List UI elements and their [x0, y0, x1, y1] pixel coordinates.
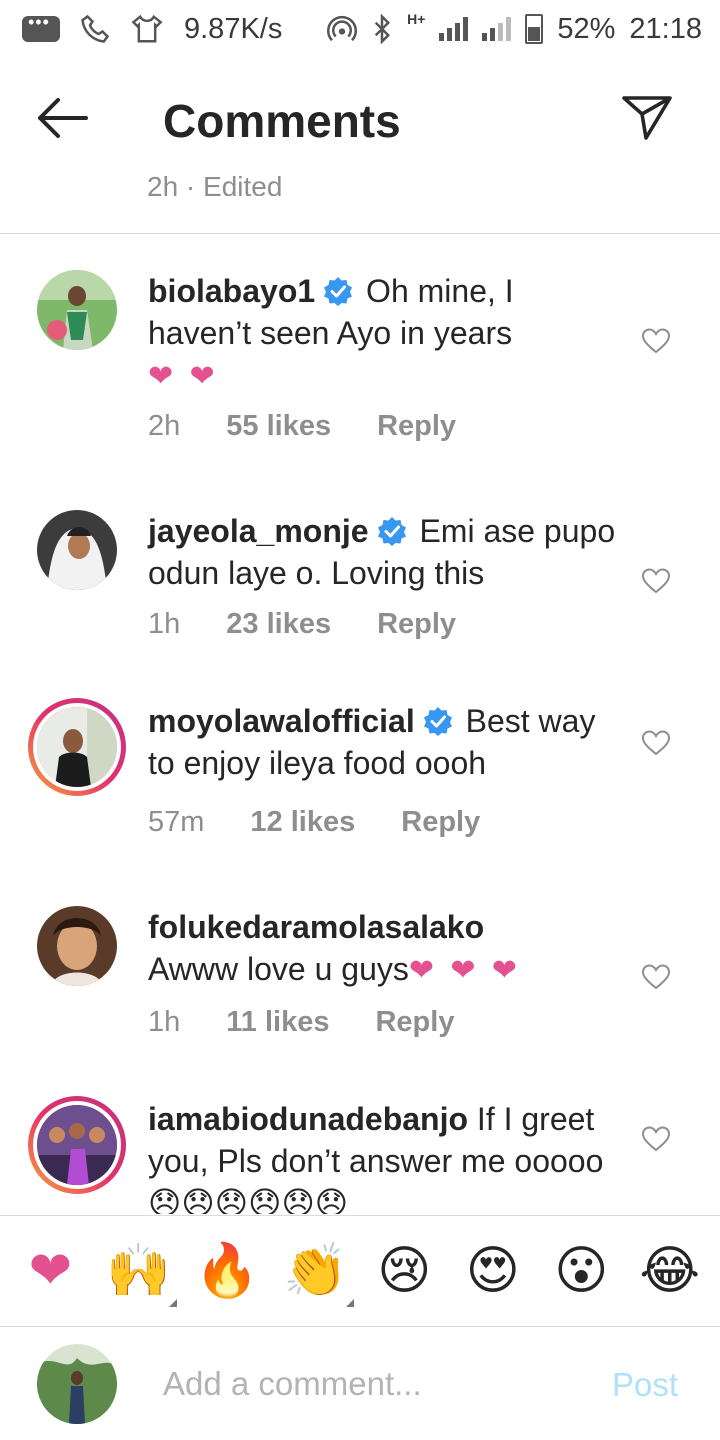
reply-button[interactable]: Reply	[375, 1006, 454, 1039]
signal-icon	[439, 17, 469, 41]
reply-button[interactable]: Reply	[401, 806, 480, 839]
comment-body: biolabayo1 Oh mine, I haven’t seen Ayo i…	[148, 270, 618, 398]
laughing-emoji-button[interactable]: 😂	[638, 1239, 702, 1303]
comment-body: moyolawalofficial Best way to enjoy iley…	[148, 700, 618, 784]
heart-emoji: ❤ ❤ ❤	[408, 954, 521, 987]
surprised-emoji-button[interactable]: 😮	[549, 1239, 613, 1303]
likes-count[interactable]: 55 likes	[226, 410, 331, 443]
comment-time: 1h	[148, 608, 181, 640]
back-arrow-icon[interactable]	[34, 96, 90, 140]
clap-emoji: 👏	[283, 1242, 349, 1300]
comment-username[interactable]: moyolawalofficial	[148, 703, 415, 739]
hotspot-icon	[327, 15, 358, 42]
comment-meta: 1h 23 likes Reply	[148, 608, 456, 641]
comment-text: Awww love u guys	[148, 951, 409, 987]
reply-button[interactable]: Reply	[377, 410, 456, 443]
phone-icon	[81, 14, 110, 43]
comment-input[interactable]	[163, 1362, 563, 1406]
like-heart-icon[interactable]	[642, 328, 670, 354]
like-heart-icon[interactable]	[642, 964, 670, 990]
skin-tone-indicator-icon	[168, 1299, 177, 1307]
likes-count[interactable]: 12 likes	[250, 806, 355, 839]
comment-username[interactable]: iamabiodunadebanjo	[148, 1101, 468, 1137]
network-speed: 9.87K/s	[184, 12, 283, 45]
emoji-quick-bar: ❤ 🙌 🔥 👏 😢 😍 😮 😂	[0, 1215, 720, 1327]
verified-badge-icon	[324, 277, 353, 306]
post-button[interactable]: Post	[612, 1366, 678, 1404]
previous-comment-meta: 2h · Edited	[147, 171, 283, 196]
comment-composer: Post	[0, 1328, 720, 1440]
raised-hands-emoji: 🙌	[106, 1242, 172, 1300]
comment-body: jayeola_monje Emi ase pupo odun laye o. …	[148, 510, 618, 594]
fire-emoji-button[interactable]: 🔥	[195, 1239, 260, 1303]
status-bar: 9.87K/s H+ 52% 21:18	[0, 0, 720, 58]
likes-count[interactable]: 11 likes	[226, 1006, 329, 1039]
message-notification-icon	[22, 12, 60, 42]
network-type: H+	[407, 11, 426, 27]
shirt-icon	[131, 14, 163, 43]
comment-username[interactable]: biolabayo1	[148, 273, 315, 309]
like-heart-icon[interactable]	[642, 1126, 670, 1152]
comment-meta: 1h 11 likes Reply	[148, 1006, 454, 1039]
header: Comments	[0, 58, 720, 178]
verified-badge-icon	[423, 707, 452, 736]
avatar-story-ring[interactable]	[28, 1096, 126, 1194]
raised-hands-emoji-button[interactable]: 🙌	[106, 1239, 177, 1307]
direct-send-icon[interactable]	[620, 92, 674, 142]
comment-username[interactable]: folukedaramolasalako	[148, 909, 484, 945]
avatar-story-ring[interactable]	[28, 698, 126, 796]
avatar[interactable]	[37, 906, 117, 986]
my-avatar	[37, 1344, 117, 1424]
page-title: Comments	[163, 95, 401, 147]
comment-time: 2h	[148, 410, 181, 442]
comment-body: iamabiodunadebanjo If I greet you, Pls d…	[148, 1098, 618, 1214]
clock: 21:18	[629, 12, 702, 45]
avatar[interactable]	[37, 270, 117, 350]
comment-username[interactable]: jayeola_monje	[148, 513, 369, 549]
comment-time: 57m	[148, 806, 205, 838]
like-heart-icon[interactable]	[642, 730, 670, 756]
crying-emoji-button[interactable]: 😢	[372, 1239, 436, 1303]
comment-body: folukedaramolasalako Awww love u guys❤ ❤…	[148, 906, 618, 992]
comment-meta: 2h 55 likes Reply	[148, 410, 456, 443]
bluetooth-icon	[374, 14, 391, 44]
battery-icon	[525, 14, 544, 44]
heart-emoji: ❤ ❤	[148, 360, 219, 393]
reply-button[interactable]: Reply	[377, 608, 456, 641]
likes-count[interactable]: 23 likes	[226, 608, 331, 641]
verified-badge-icon	[377, 517, 406, 546]
like-heart-icon[interactable]	[642, 568, 670, 594]
clap-emoji-button[interactable]: 👏	[283, 1239, 354, 1307]
comment-time: 1h	[148, 1006, 181, 1038]
sad-emoji: 😞😞😞😞😞😞	[148, 1185, 349, 1214]
comment-meta: 57m 12 likes Reply	[148, 806, 480, 839]
avatar[interactable]	[37, 510, 117, 590]
skin-tone-indicator-icon	[345, 1299, 354, 1307]
battery-percent: 52%	[557, 12, 616, 45]
comment-list[interactable]: biolabayo1 Oh mine, I haven’t seen Ayo i…	[0, 234, 720, 1214]
signal-2-icon	[482, 17, 512, 41]
heart-eyes-emoji-button[interactable]: 😍	[461, 1239, 525, 1303]
heart-emoji-button[interactable]: ❤	[18, 1239, 82, 1303]
